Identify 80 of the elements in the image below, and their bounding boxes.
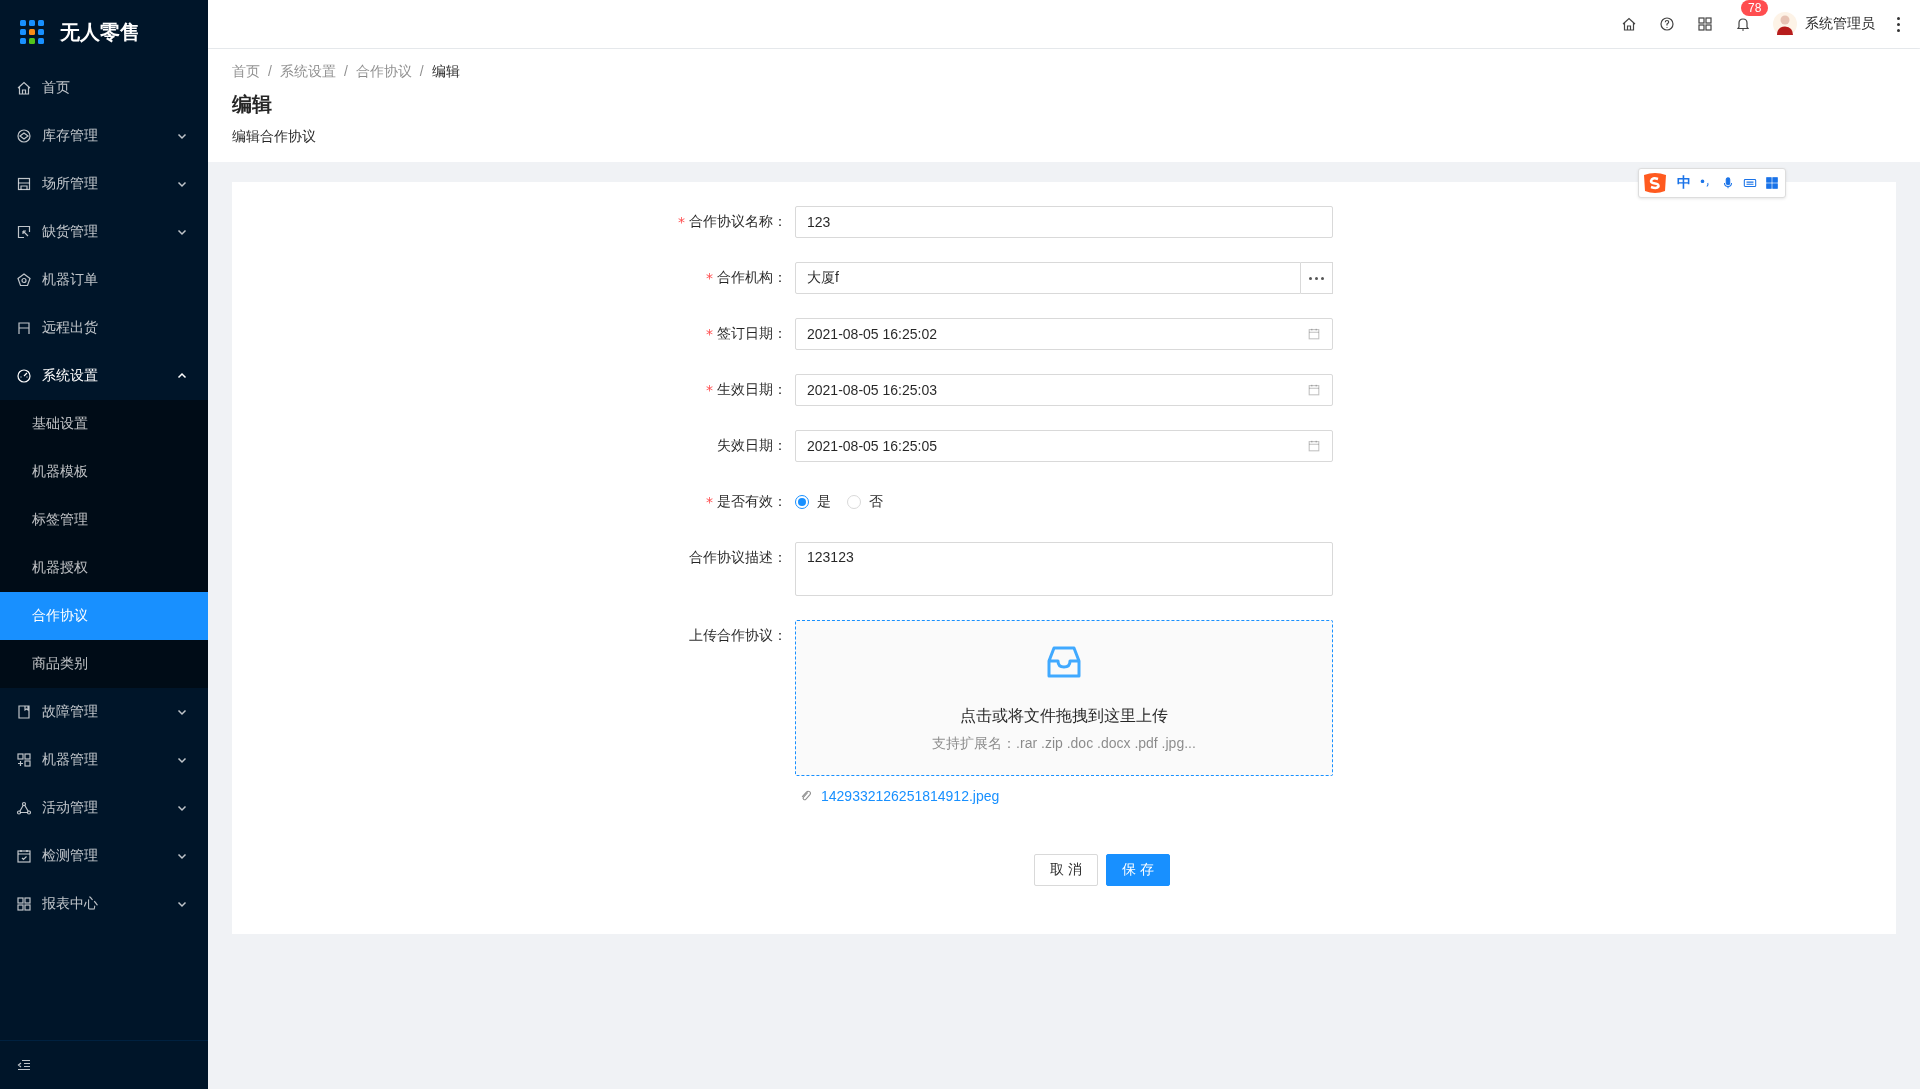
upload-dropzone[interactable]: 点击或将文件拖拽到这里上传 支持扩展名：.rar .zip .doc .docx .pdf .jpg... xyxy=(795,620,1333,776)
date-field[interactable]: 2021-08-05 16:25:02 xyxy=(795,318,1333,350)
bell-icon xyxy=(1735,16,1751,32)
sidebar-subitem[interactable]: 商品类别 xyxy=(0,640,208,688)
sidebar-subitem[interactable]: 机器授权 xyxy=(0,544,208,592)
more-button[interactable] xyxy=(1301,262,1333,294)
more-menu-icon[interactable] xyxy=(1897,16,1900,32)
calendar-icon xyxy=(1307,439,1321,453)
field-label: 签订日期： xyxy=(717,325,787,343)
upload-hint: 点击或将文件拖拽到这里上传 xyxy=(960,705,1168,726)
sidebar-item[interactable]: 系统设置 xyxy=(0,352,208,400)
sidebar-item[interactable]: 场所管理 xyxy=(0,160,208,208)
required-mark: * xyxy=(706,326,713,342)
user-name[interactable]: 系统管理员 xyxy=(1805,15,1875,33)
cancel-button[interactable]: 取 消 xyxy=(1034,854,1098,886)
document-icon xyxy=(16,704,32,720)
breadcrumb-separator: / xyxy=(268,63,272,81)
upload-extensions: 支持扩展名：.rar .zip .doc .docx .pdf .jpg... xyxy=(932,734,1196,753)
grid-icon xyxy=(1697,16,1713,32)
sidebar-subitem[interactable]: 基础设置 xyxy=(0,400,208,448)
field-label: 是否有效： xyxy=(717,493,787,511)
grid-icon xyxy=(16,896,32,912)
sidebar-subitem[interactable]: 标签管理 xyxy=(0,496,208,544)
breadcrumb-separator: / xyxy=(343,63,348,81)
page-title: 编辑 xyxy=(232,92,273,117)
ime-logo-icon xyxy=(1641,171,1669,195)
apps-icon xyxy=(1765,176,1779,190)
logo-icon xyxy=(20,20,44,44)
required-mark: * xyxy=(706,382,713,398)
help-icon xyxy=(1659,16,1675,32)
pentagon-icon xyxy=(16,272,32,288)
field-label: 生效日期： xyxy=(717,381,787,399)
sidebar-item[interactable]: 库存管理 xyxy=(0,112,208,160)
field-label: 失效日期： xyxy=(717,437,787,455)
keyboard-icon xyxy=(1743,176,1757,190)
app-title: 无人零售 xyxy=(60,19,140,45)
calendar-icon xyxy=(1307,327,1321,341)
modules-icon xyxy=(16,752,32,768)
sidebar-item[interactable]: 故障管理 xyxy=(0,688,208,736)
sidebar-item[interactable]: 机器管理 xyxy=(0,736,208,784)
text-field[interactable]: 123 xyxy=(795,206,1333,238)
home-icon xyxy=(16,80,32,96)
notification-badge: 78 xyxy=(1741,0,1769,16)
required-mark: * xyxy=(706,494,713,510)
date-field[interactable]: 2021-08-05 16:25:05 xyxy=(795,430,1333,462)
field-label: 合作协议名称： xyxy=(689,213,787,231)
cube-icon xyxy=(16,128,32,144)
page-subtitle: 编辑合作协议 xyxy=(232,128,317,146)
calendar-icon xyxy=(1307,383,1321,397)
required-mark: * xyxy=(706,270,713,286)
network-icon xyxy=(16,800,32,816)
sidebar-item[interactable]: 机器订单 xyxy=(0,256,208,304)
date-field[interactable]: 2021-08-05 16:25:03 xyxy=(795,374,1333,406)
radio-option[interactable]: 否 xyxy=(847,493,883,511)
sidebar-item[interactable]: 缺货管理 xyxy=(0,208,208,256)
textarea-field[interactable]: 123123 xyxy=(795,542,1333,596)
sidebar-item[interactable]: 报表中心 xyxy=(0,880,208,928)
field-label: 上传合作协议： xyxy=(689,627,787,645)
sidebar-subitem[interactable]: 机器模板 xyxy=(0,448,208,496)
collapse-menu-icon xyxy=(16,1057,32,1073)
dashboard-icon xyxy=(16,368,32,384)
sidebar-item[interactable]: 远程出货 xyxy=(0,304,208,352)
paperclip-icon xyxy=(799,789,813,803)
calendar-check-icon xyxy=(16,848,32,864)
home-icon xyxy=(1621,16,1637,32)
breadcrumb-item: 编辑 xyxy=(431,63,460,81)
sidebar-item[interactable]: 首页 xyxy=(0,64,208,112)
avatar-icon xyxy=(1773,12,1797,36)
text-field[interactable]: 大厦f xyxy=(795,262,1301,294)
required-mark: * xyxy=(678,214,685,230)
sidebar-item[interactable]: 活动管理 xyxy=(0,784,208,832)
sidebar-item[interactable]: 检测管理 xyxy=(0,832,208,880)
field-label: 合作协议描述： xyxy=(689,549,787,567)
radio-option[interactable]: 是 xyxy=(795,493,831,511)
frame-arrow-icon xyxy=(16,224,32,240)
store-icon xyxy=(16,176,32,192)
breadcrumb-separator: / xyxy=(419,63,424,81)
microphone-icon xyxy=(1721,176,1735,190)
ime-mode[interactable]: 中 xyxy=(1677,174,1691,192)
field-label: 合作机构： xyxy=(717,269,787,287)
